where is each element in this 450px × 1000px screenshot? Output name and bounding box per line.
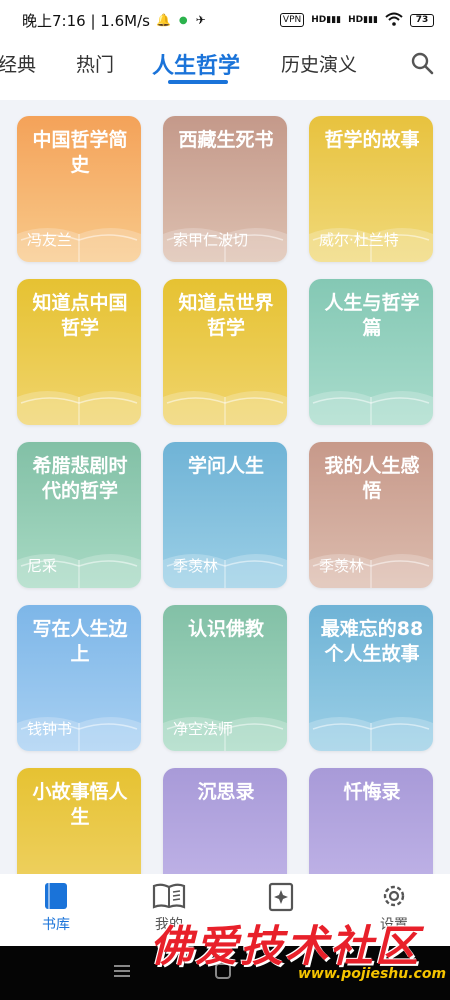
book-author: 季羡林	[319, 557, 365, 575]
open-book-illustration	[309, 391, 433, 425]
open-book-illustration	[309, 717, 433, 751]
battery-icon: 73	[410, 13, 434, 27]
paper-plane-icon: ✈	[195, 13, 206, 27]
signal-icon-2: HD▮▮▮	[348, 15, 378, 25]
book-author: 冯友兰	[27, 231, 73, 249]
book-author: 钱钟书	[27, 720, 73, 738]
signal-icon-1: HD▮▮▮	[311, 15, 342, 25]
book-title: 西藏生死书	[178, 129, 274, 151]
status-bar: 晚上7:16 | 1.6M/s 🔔 ● ✈ VPN HD▮▮▮ HD▮▮▮ 73	[0, 0, 450, 40]
book-card[interactable]: 西藏生死书索甲仁波切	[163, 116, 287, 262]
gear-icon	[383, 885, 405, 907]
search-icon[interactable]	[410, 51, 434, 75]
book-title: 希腊悲剧时代的哲学	[32, 455, 128, 502]
nav-discover[interactable]	[241, 882, 321, 916]
book-card[interactable]: 中国哲学简史冯友兰	[17, 116, 141, 262]
watermark-url: www.pojieshu.com	[298, 966, 447, 982]
book-author: 尼采	[27, 557, 58, 575]
notification-icons: 🔔 ● ✈	[156, 13, 206, 27]
sparkle-book-icon	[268, 882, 294, 912]
category-tabs: 经典 热门 人生哲学 历史演义	[0, 40, 450, 100]
open-book-illustration	[163, 391, 287, 425]
watermark-title: 佛爱技术社区	[150, 922, 420, 972]
tab-classic[interactable]: 经典	[0, 50, 36, 77]
book-title: 学问人生	[187, 455, 264, 477]
open-book-illustration	[309, 864, 433, 874]
menu-icon[interactable]	[113, 964, 131, 978]
book-card[interactable]: 学问人生季羡林	[163, 442, 287, 588]
book-title: 最难忘的88个人生故事	[320, 618, 424, 665]
book-title: 知道点中国哲学	[32, 292, 128, 339]
tab-historical-novels[interactable]: 历史演义	[281, 50, 357, 77]
book-card[interactable]: 小故事悟人生	[17, 768, 141, 874]
open-book-icon	[152, 883, 186, 909]
book-title: 中国哲学简史	[32, 129, 128, 176]
book-title: 我的人生感悟	[324, 455, 420, 502]
open-book-illustration	[17, 391, 141, 425]
book-card[interactable]: 哲学的故事威尔·杜兰特	[309, 116, 433, 262]
bell-icon: 🔔	[155, 13, 171, 27]
status-time: 晚上7:16 | 1.6M/s	[22, 11, 150, 30]
book-card[interactable]: 沉思录	[163, 768, 287, 874]
nav-library[interactable]: 书库	[16, 882, 96, 934]
book-title: 知道点世界哲学	[178, 292, 274, 339]
nav-library-label: 书库	[42, 917, 70, 933]
book-card[interactable]: 希腊悲剧时代的哲学尼采	[17, 442, 141, 588]
library-icon	[45, 883, 67, 909]
book-title: 哲学的故事	[324, 129, 420, 151]
book-author: 季羡林	[173, 557, 219, 575]
book-card[interactable]: 写在人生边上钱钟书	[17, 605, 141, 751]
open-book-illustration	[163, 864, 287, 874]
book-card[interactable]: 认识佛教净空法师	[163, 605, 287, 751]
book-title: 忏悔录	[343, 781, 401, 803]
book-title: 小故事悟人生	[32, 781, 128, 828]
book-title: 认识佛教	[187, 618, 264, 640]
tab-popular[interactable]: 热门	[76, 50, 114, 77]
book-card[interactable]: 最难忘的88个人生故事	[309, 605, 433, 751]
book-title: 沉思录	[197, 781, 255, 803]
book-card[interactable]: 我的人生感悟季羡林	[309, 442, 433, 588]
watermark: 佛爱技术社区 www.pojieshu.com	[148, 912, 448, 998]
book-grid: 中国哲学简史 冯友兰 西藏生死书 索甲仁波切 哲学的故事 威尔·杜兰特 知道点中国哲学 知道点…	[0, 100, 450, 874]
tab-life-philosophy[interactable]: 人生哲学	[152, 48, 240, 80]
dot-icon: ●	[178, 14, 188, 26]
book-title: 写在人生边上	[32, 618, 128, 665]
book-card[interactable]: 忏悔录	[309, 768, 433, 874]
active-tab-indicator	[168, 80, 228, 84]
vpn-badge: VPN	[279, 13, 305, 27]
book-author: 净空法师	[173, 720, 234, 738]
book-author: 索甲仁波切	[173, 231, 249, 249]
wifi-icon	[385, 12, 403, 29]
book-title: 人生与哲学篇	[324, 292, 420, 339]
book-author: 威尔·杜兰特	[319, 231, 399, 249]
book-card[interactable]: 人生与哲学篇	[309, 279, 433, 425]
book-card[interactable]: 知道点世界哲学	[163, 279, 287, 425]
open-book-illustration	[17, 864, 141, 874]
book-card[interactable]: 知道点中国哲学	[17, 279, 141, 425]
